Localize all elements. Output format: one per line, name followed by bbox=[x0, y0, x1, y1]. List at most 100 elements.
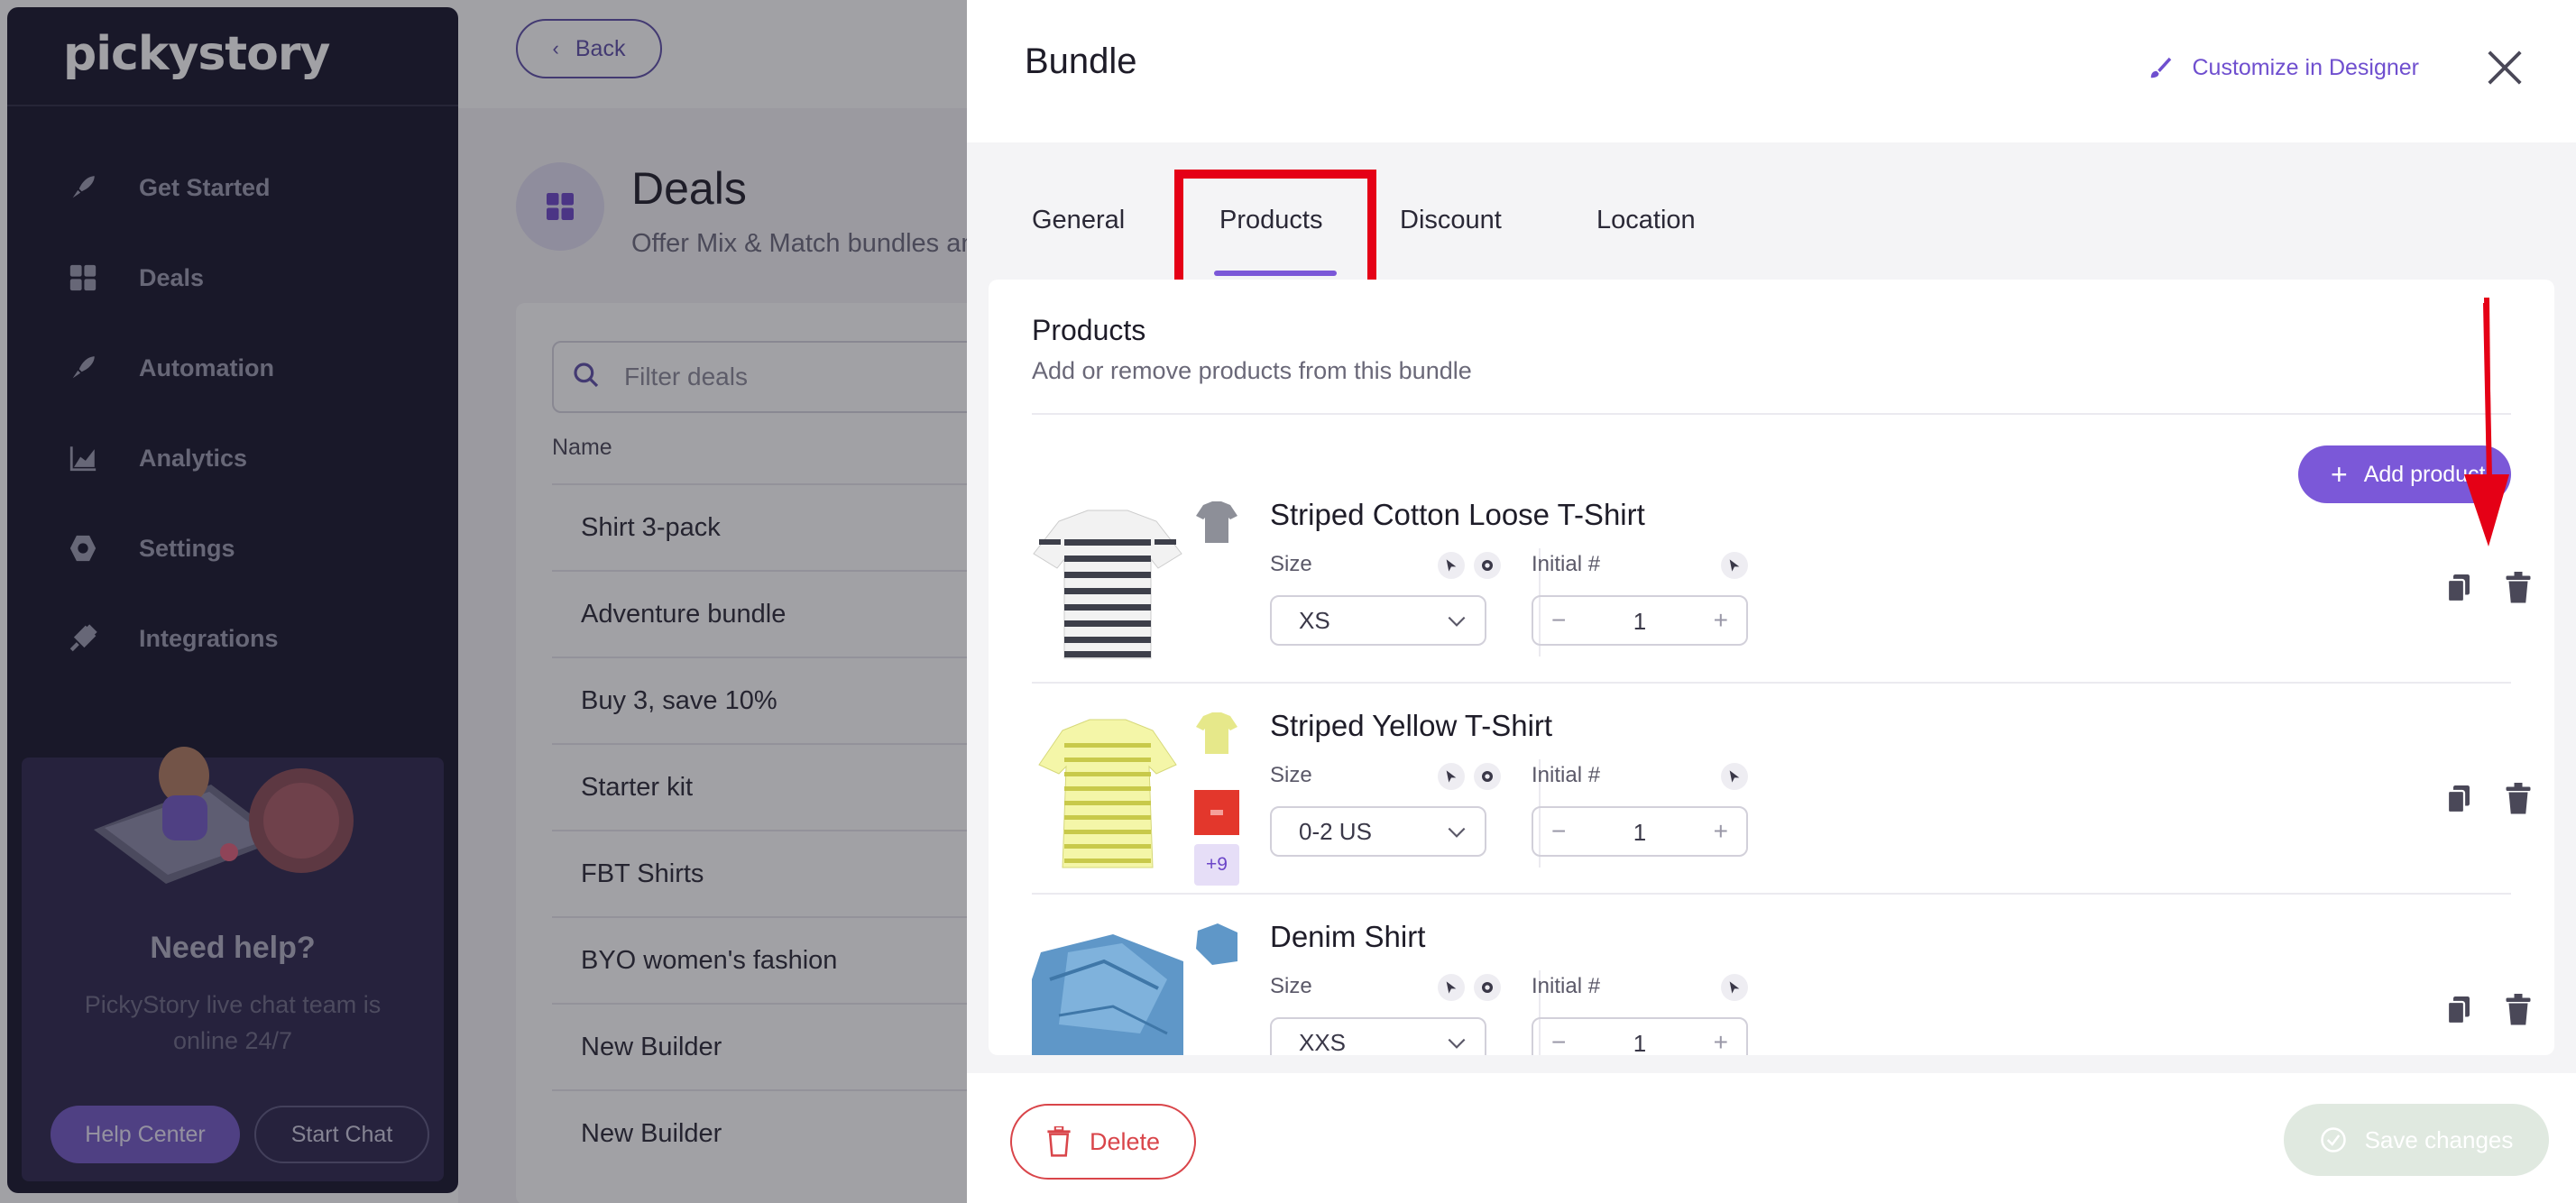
cursor-icon[interactable] bbox=[1438, 552, 1465, 579]
increment-button[interactable]: + bbox=[1714, 606, 1728, 635]
page-subtitle: Offer Mix & Match bundles and bbox=[631, 229, 967, 258]
table-row[interactable]: New Builder bbox=[552, 1003, 967, 1089]
tab-location[interactable]: Location bbox=[1596, 206, 1696, 235]
save-changes-button[interactable]: Save changes bbox=[2284, 1104, 2549, 1176]
increment-button[interactable]: + bbox=[1714, 1028, 1728, 1055]
copy-icon[interactable] bbox=[2444, 572, 2473, 604]
delete-button[interactable]: Delete bbox=[1010, 1104, 1196, 1180]
divider bbox=[1032, 413, 2511, 415]
chevron-down-icon bbox=[1448, 1038, 1466, 1049]
customize-label: Customize in Designer bbox=[2192, 54, 2420, 80]
page-header: ‹ Back bbox=[458, 0, 967, 108]
variant-thumbnail[interactable] bbox=[1194, 711, 1239, 756]
help-title: Need help? bbox=[150, 931, 316, 965]
gear-icon[interactable] bbox=[1474, 974, 1501, 1001]
size-select[interactable]: XXS bbox=[1270, 1017, 1486, 1055]
sidebar-item-automation[interactable]: Automation bbox=[7, 323, 458, 413]
chevron-down-icon bbox=[1448, 616, 1466, 627]
deals-page: ‹ Back Deals Offer Mix & Match bundles a… bbox=[458, 0, 967, 1203]
trash-icon[interactable] bbox=[2504, 994, 2533, 1026]
sidebar-nav: Get Started Deals Automation Analytics S… bbox=[7, 142, 458, 684]
variant-thumbnail[interactable] bbox=[1194, 500, 1239, 545]
sidebar: pickystory Get Started Deals Automation … bbox=[7, 7, 458, 1193]
table-row[interactable]: Adventure bundle bbox=[552, 570, 967, 657]
product-row: +9 Striped Yellow T-Shirt Size Initial #… bbox=[1032, 703, 2531, 914]
product-name: Denim Shirt bbox=[1270, 920, 1426, 953]
close-icon[interactable] bbox=[2484, 47, 2525, 88]
product-image[interactable] bbox=[1032, 925, 1183, 1055]
copy-icon[interactable] bbox=[2444, 994, 2473, 1026]
increment-button[interactable]: + bbox=[1714, 817, 1728, 846]
trash-icon[interactable] bbox=[2504, 572, 2533, 604]
quantity-label: Initial # bbox=[1532, 974, 1601, 998]
table-row[interactable]: Buy 3, save 10% bbox=[552, 657, 967, 743]
variant-thumbnail[interactable] bbox=[1194, 790, 1239, 835]
option-label: Size bbox=[1270, 974, 1312, 998]
table-row[interactable]: Starter kit bbox=[552, 743, 967, 830]
annotation-arrow bbox=[2464, 298, 2509, 546]
more-variants-badge[interactable]: +9 bbox=[1194, 844, 1239, 886]
sidebar-item-settings[interactable]: Settings bbox=[7, 503, 458, 593]
tab-discount[interactable]: Discount bbox=[1400, 206, 1502, 235]
sidebar-item-analytics[interactable]: Analytics bbox=[7, 413, 458, 503]
chart-icon bbox=[65, 440, 101, 476]
help-center-button[interactable]: Help Center bbox=[51, 1106, 240, 1163]
sidebar-item-deals[interactable]: Deals bbox=[7, 233, 458, 323]
deals-table-card: Filter deals Name Shirt 3-pack Adventure… bbox=[516, 303, 967, 1203]
rocket-icon bbox=[65, 170, 101, 206]
save-label: Save changes bbox=[2364, 1125, 2514, 1153]
plug-icon bbox=[65, 620, 101, 657]
cursor-icon[interactable] bbox=[1721, 552, 1748, 579]
sidebar-item-get-started[interactable]: Get Started bbox=[7, 142, 458, 233]
product-image[interactable] bbox=[1032, 714, 1183, 873]
cursor-icon[interactable] bbox=[1438, 763, 1465, 790]
quantity-stepper: − 1 + bbox=[1532, 595, 1748, 646]
customize-in-designer-link[interactable]: Customize in Designer bbox=[2148, 54, 2420, 81]
product-row: Denim Shirt Size Initial # XXS − 1 + bbox=[1032, 914, 2531, 1055]
cursor-icon[interactable] bbox=[1721, 763, 1748, 790]
cursor-icon[interactable] bbox=[1438, 974, 1465, 1001]
size-select-value: XS bbox=[1299, 606, 1330, 634]
trash-icon[interactable] bbox=[2504, 783, 2533, 815]
table-row[interactable]: Shirt 3-pack bbox=[552, 483, 967, 570]
sidebar-item-label: Automation bbox=[139, 354, 274, 381]
filter-deals-input[interactable]: Filter deals bbox=[552, 341, 967, 413]
divider bbox=[1032, 893, 2511, 895]
size-select[interactable]: 0-2 US bbox=[1270, 806, 1486, 857]
help-subtitle: PickyStory live chat team is online 24/7 bbox=[84, 991, 382, 1054]
option-label: Size bbox=[1270, 552, 1312, 576]
cursor-icon[interactable] bbox=[1721, 974, 1748, 1001]
gear-icon[interactable] bbox=[1474, 552, 1501, 579]
page-title: Deals bbox=[631, 163, 747, 214]
start-chat-button[interactable]: Start Chat bbox=[254, 1106, 429, 1163]
gear-icon[interactable] bbox=[1474, 763, 1501, 790]
table-row[interactable]: New Builder bbox=[552, 1089, 967, 1176]
table-row[interactable]: BYO women's fashion bbox=[552, 916, 967, 1003]
product-image[interactable] bbox=[1032, 503, 1183, 662]
copy-icon[interactable] bbox=[2444, 783, 2473, 815]
logo[interactable]: pickystory bbox=[63, 27, 330, 81]
help-card: Need help? PickyStory live chat team is … bbox=[22, 747, 444, 1181]
size-select-value: 0-2 US bbox=[1299, 817, 1372, 845]
quantity-label: Initial # bbox=[1532, 552, 1601, 576]
sidebar-item-label: Settings bbox=[139, 534, 235, 562]
sidebar-item-integrations[interactable]: Integrations bbox=[7, 593, 458, 684]
product-name: Striped Yellow T-Shirt bbox=[1270, 709, 1553, 742]
section-subtitle: Add or remove products from this bundle bbox=[1032, 357, 1472, 384]
column-header-name: Name bbox=[552, 435, 612, 460]
size-select[interactable]: XS bbox=[1270, 595, 1486, 646]
deals-icon bbox=[516, 162, 604, 251]
plus-icon: + bbox=[2331, 458, 2348, 491]
tab-general[interactable]: General bbox=[1032, 206, 1125, 235]
quantity-stepper: − 1 + bbox=[1532, 1017, 1748, 1055]
table-row[interactable]: FBT Shirts bbox=[552, 830, 967, 916]
brush-icon bbox=[2150, 57, 2171, 78]
variant-thumbnail[interactable] bbox=[1194, 922, 1239, 967]
chevron-down-icon bbox=[1448, 827, 1466, 838]
filter-placeholder: Filter deals bbox=[624, 363, 748, 390]
trash-icon bbox=[1047, 1126, 1071, 1157]
product-row: Striped Cotton Loose T-Shirt Size Initia… bbox=[1032, 492, 2531, 703]
option-label: Size bbox=[1270, 763, 1312, 787]
quantity-stepper: − 1 + bbox=[1532, 806, 1748, 857]
back-button[interactable]: ‹ Back bbox=[516, 19, 662, 78]
